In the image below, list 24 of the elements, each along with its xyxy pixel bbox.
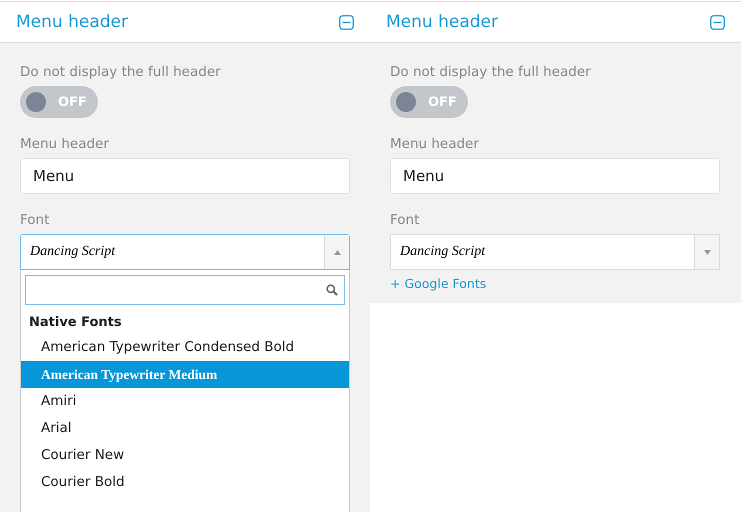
search-icon (326, 284, 338, 296)
collapse-icon[interactable] (339, 14, 354, 30)
field-label: Do not display the full header (20, 64, 221, 80)
search-field[interactable] (25, 275, 345, 305)
font-option[interactable]: Courier New (21, 442, 349, 469)
font-option[interactable]: Amiri (21, 388, 349, 415)
field-label: Do not display the full header (390, 64, 591, 80)
field-label: Font (20, 212, 50, 228)
panel-title: Menu header (16, 12, 128, 32)
input-field[interactable]: Menu (20, 158, 350, 194)
panel-title: Menu header (386, 12, 498, 32)
font-select[interactable]: Dancing Script (390, 234, 720, 270)
caret-icon (704, 250, 710, 254)
field-label: Menu header (20, 136, 109, 152)
caret-icon (334, 250, 340, 254)
field-label: Font (390, 212, 420, 228)
field-label: Menu header (390, 136, 479, 152)
group-heading: Native Fonts (28, 314, 123, 332)
font-option[interactable]: American Typewriter Condensed Bold (21, 334, 349, 361)
font-select[interactable]: Dancing Script (20, 234, 350, 270)
collapse-icon[interactable] (710, 14, 725, 30)
input-field[interactable]: Menu (390, 158, 720, 194)
font-option[interactable]: Arial (21, 415, 349, 442)
font-option[interactable]: Courier Bold (21, 469, 349, 496)
